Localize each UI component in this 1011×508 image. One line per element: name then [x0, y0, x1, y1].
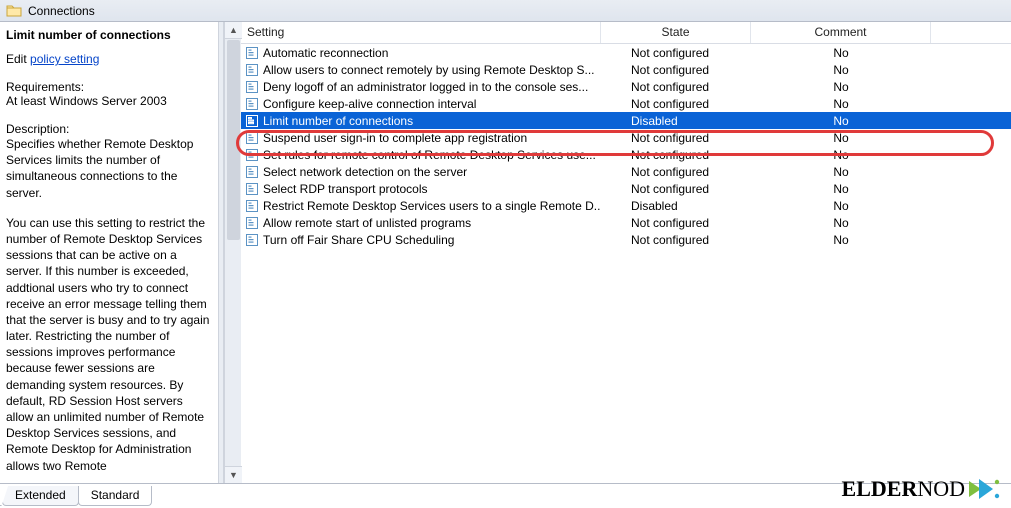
settings-list: Setting State Comment Automatic reconnec… [241, 22, 1011, 483]
row-state: Not configured [601, 46, 751, 60]
watermark-logo: ELDERNOD [842, 476, 1001, 502]
list-item[interactable]: Select RDP transport protocols Not config… [241, 180, 1011, 197]
tab-standard[interactable]: Standard [78, 486, 153, 506]
row-state: Not configured [601, 63, 751, 77]
row-comment: No [751, 131, 931, 145]
row-comment: No [751, 165, 931, 179]
row-setting-label: Suspend user sign-in to complete app reg… [263, 131, 527, 145]
workspace: Limit number of connections Edit policy … [0, 22, 1011, 484]
row-comment: No [751, 63, 931, 77]
row-setting-label: Automatic reconnection [263, 46, 388, 60]
policy-icon [245, 199, 259, 213]
row-state: Not configured [601, 148, 751, 162]
folder-icon [6, 4, 22, 18]
row-setting-label: Deny logoff of an administrator logged i… [263, 80, 588, 94]
policy-icon [245, 216, 259, 230]
description-p2: You can use this setting to restrict the… [6, 215, 210, 474]
edit-policy-line: Edit policy setting [6, 52, 210, 66]
row-comment: No [751, 182, 931, 196]
row-state: Not configured [601, 165, 751, 179]
list-item[interactable]: Allow users to connect remotely by using… [241, 61, 1011, 78]
header-state[interactable]: State [601, 22, 751, 43]
row-state: Not configured [601, 80, 751, 94]
policy-icon [245, 148, 259, 162]
scroll-thumb[interactable] [227, 40, 240, 240]
row-setting-label: Turn off Fair Share CPU Scheduling [263, 233, 454, 247]
policy-icon [245, 80, 259, 94]
policy-icon [245, 233, 259, 247]
column-headers: Setting State Comment [241, 22, 1011, 44]
row-setting-label: Configure keep-alive connection interval [263, 97, 476, 111]
row-state: Not configured [601, 216, 751, 230]
scroll-down-button[interactable]: ▼ [225, 466, 242, 483]
policy-icon [245, 131, 259, 145]
list-item[interactable]: Deny logoff of an administrator logged i… [241, 78, 1011, 95]
policy-icon [245, 97, 259, 111]
row-comment: No [751, 80, 931, 94]
list-item[interactable]: Limit number of connections DisabledNo [241, 112, 1011, 129]
tab-extended[interactable]: Extended [2, 486, 79, 506]
header-setting[interactable]: Setting [241, 22, 601, 43]
selected-policy-title: Limit number of connections [6, 28, 210, 42]
details-pane: Limit number of connections Edit policy … [0, 22, 218, 483]
row-setting-label: Select RDP transport protocols [263, 182, 428, 196]
row-state: Not configured [601, 97, 751, 111]
policy-icon [245, 182, 259, 196]
vertical-scrollbar[interactable]: ▲ ▼ [224, 22, 241, 483]
row-comment: No [751, 216, 931, 230]
policy-icon [245, 165, 259, 179]
list-item[interactable]: Automatic reconnection Not configuredNo [241, 44, 1011, 61]
logo-mark-icon [967, 477, 1001, 501]
edit-policy-link[interactable]: policy setting [30, 52, 99, 66]
list-item[interactable]: Turn off Fair Share CPU Scheduling Not co… [241, 231, 1011, 248]
list-item[interactable]: Configure keep-alive connection interval… [241, 95, 1011, 112]
list-item[interactable]: Set rules for remote control of Remote D… [241, 146, 1011, 163]
edit-prefix: Edit [6, 52, 30, 66]
logo-text-bold: ELDER [842, 476, 918, 501]
list-item[interactable]: Restrict Remote Desktop Services users t… [241, 197, 1011, 214]
row-comment: No [751, 199, 931, 213]
row-setting-label: Limit number of connections [263, 114, 413, 128]
requirements-value: At least Windows Server 2003 [6, 94, 210, 108]
window-title-bar: Connections [0, 0, 1011, 22]
list-item[interactable]: Select network detection on the server No… [241, 163, 1011, 180]
rows-container: Automatic reconnectionNot configuredNoAl… [241, 44, 1011, 248]
row-setting-label: Select network detection on the server [263, 165, 467, 179]
description-p1: Specifies whether Remote Desktop Service… [6, 136, 210, 201]
description-heading: Description: [6, 122, 210, 136]
list-item[interactable]: Allow remote start of unlisted programs N… [241, 214, 1011, 231]
requirements-heading: Requirements: [6, 80, 210, 94]
settings-list-pane: ▲ ▼ Setting State Comment Automatic reco… [224, 22, 1011, 483]
logo-text-rest: NOD [917, 476, 965, 501]
scroll-up-button[interactable]: ▲ [225, 22, 242, 39]
row-setting-label: Allow remote start of unlisted programs [263, 216, 471, 230]
policy-icon [245, 46, 259, 60]
row-comment: No [751, 97, 931, 111]
row-comment: No [751, 148, 931, 162]
policy-icon [245, 114, 259, 128]
row-state: Disabled [601, 199, 751, 213]
row-state: Not configured [601, 233, 751, 247]
row-comment: No [751, 114, 931, 128]
row-setting-label: Restrict Remote Desktop Services users t… [263, 199, 601, 213]
row-setting-label: Allow users to connect remotely by using… [263, 63, 594, 77]
row-state: Not configured [601, 182, 751, 196]
policy-icon [245, 63, 259, 77]
row-state: Not configured [601, 131, 751, 145]
header-comment[interactable]: Comment [751, 22, 931, 43]
list-item[interactable]: Suspend user sign-in to complete app reg… [241, 129, 1011, 146]
window-title: Connections [28, 4, 95, 18]
view-tabs: Extended Standard [2, 486, 151, 506]
row-comment: No [751, 233, 931, 247]
row-comment: No [751, 46, 931, 60]
row-state: Disabled [601, 114, 751, 128]
row-setting-label: Set rules for remote control of Remote D… [263, 148, 596, 162]
